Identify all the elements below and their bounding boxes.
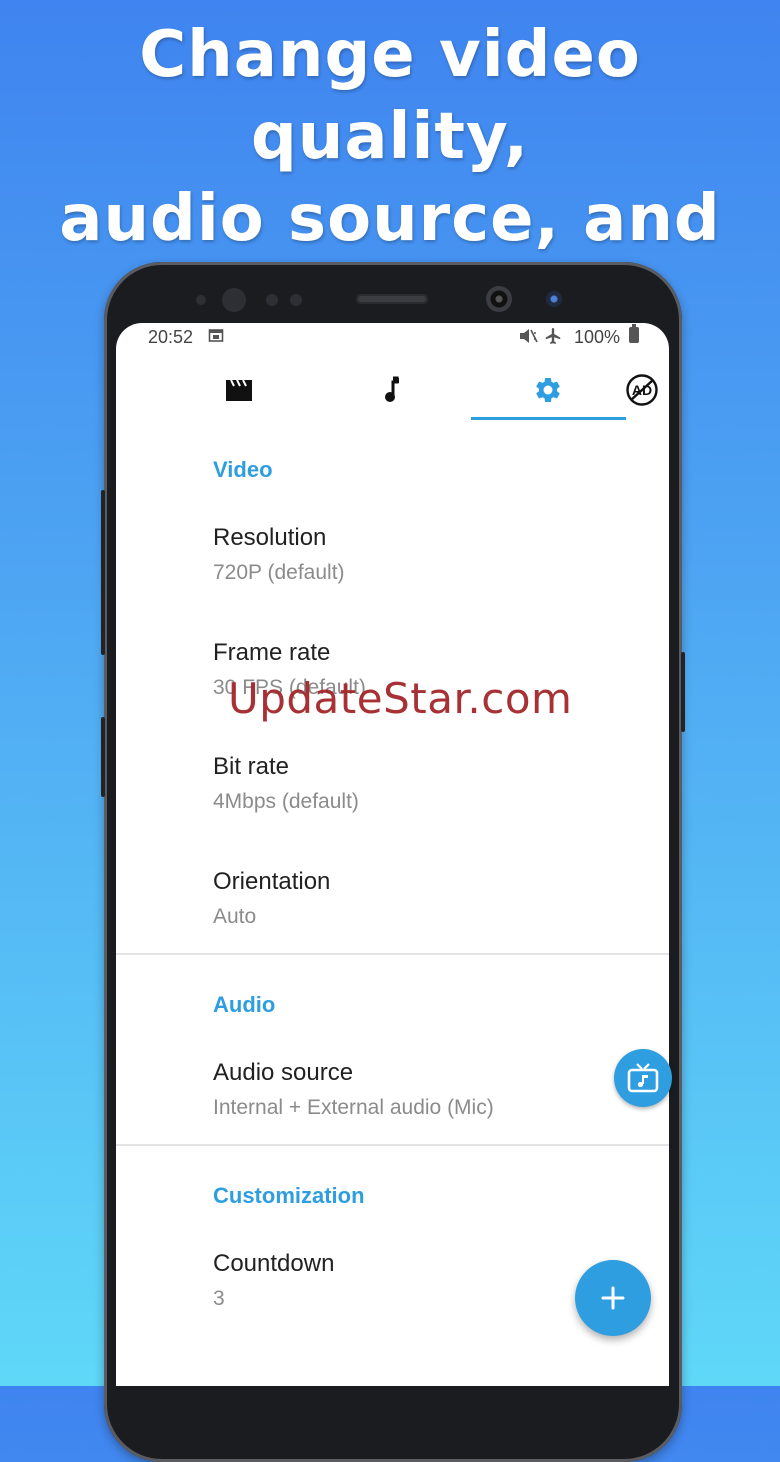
mute-icon xyxy=(518,327,538,350)
status-bar: 20:52 100% xyxy=(116,323,669,349)
setting-value: 3 xyxy=(213,1287,225,1310)
front-camera-icon xyxy=(222,288,246,312)
setting-title: Frame rate xyxy=(213,639,331,666)
battery-icon xyxy=(629,324,639,343)
tab-video[interactable] xyxy=(162,359,316,421)
earpiece-speaker xyxy=(356,294,428,304)
floating-recorder-bubble[interactable] xyxy=(614,1049,672,1107)
iris-camera-icon xyxy=(486,286,512,312)
sensor-dot xyxy=(196,295,206,305)
setting-value: Auto xyxy=(213,905,257,928)
airplane-icon xyxy=(544,327,562,350)
section-title-video: Video xyxy=(213,457,273,482)
selected-tab-indicator xyxy=(471,417,626,420)
setting-title: Audio source xyxy=(213,1059,354,1086)
clapperboard-icon xyxy=(226,379,252,401)
headline-line-1: Change video quality, xyxy=(139,18,641,174)
tv-music-icon xyxy=(627,1063,659,1093)
music-note-icon xyxy=(385,376,399,402)
tab-settings[interactable] xyxy=(471,359,625,421)
section-divider xyxy=(116,953,669,955)
setting-title: Countdown xyxy=(213,1250,335,1277)
setting-value: 4Mbps (default) xyxy=(213,790,359,813)
setting-title: Resolution xyxy=(213,524,327,551)
sensor-dot xyxy=(290,294,302,306)
setting-title: Orientation xyxy=(213,868,331,895)
tab-audio[interactable] xyxy=(316,359,470,421)
phone-side-button xyxy=(101,490,105,655)
plus-icon xyxy=(601,1286,625,1310)
phone-side-button xyxy=(681,652,685,732)
phone-side-button xyxy=(101,717,105,797)
gear-icon xyxy=(536,377,560,402)
section-title-audio: Audio xyxy=(213,992,276,1017)
tab-remove-ads[interactable]: AD xyxy=(625,359,659,421)
tab-bar: AD xyxy=(116,359,669,421)
app-screen: 20:52 100% Video Resolution 720P (defaul… xyxy=(116,323,669,1386)
proximity-sensor-icon xyxy=(546,291,562,307)
setting-value: 720P (default) xyxy=(213,561,345,584)
status-time: 20:52 xyxy=(148,327,194,347)
headline-line-2: audio source, and xyxy=(59,182,721,256)
section-title-customization: Customization xyxy=(213,1183,365,1208)
setting-title: Bit rate xyxy=(213,753,290,780)
add-fab-button[interactable] xyxy=(575,1260,651,1336)
watermark-text: UpdateStar.com xyxy=(228,674,573,723)
calendar-icon xyxy=(208,327,224,348)
battery-percent: 100% xyxy=(574,327,621,347)
section-divider xyxy=(116,1144,669,1146)
no-ads-icon: AD xyxy=(626,374,658,406)
setting-value: Internal + External audio (Mic) xyxy=(213,1096,494,1119)
sensor-dot xyxy=(266,294,278,306)
